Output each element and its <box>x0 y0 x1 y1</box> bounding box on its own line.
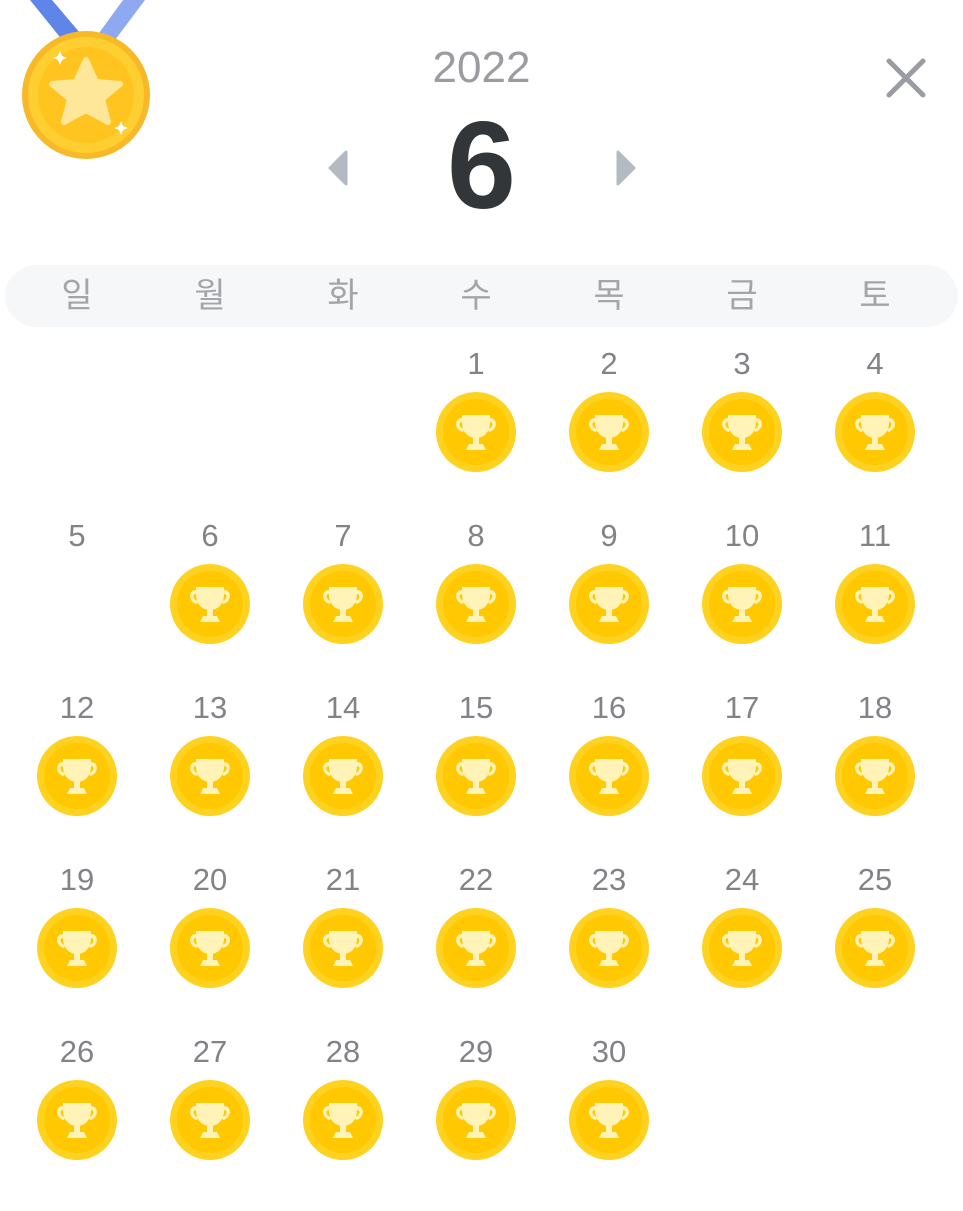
trophy-coin[interactable] <box>569 392 649 472</box>
trophy-coin[interactable] <box>702 564 782 644</box>
trophy-coin[interactable] <box>702 392 782 472</box>
day-number: 21 <box>325 862 361 897</box>
trophy-coin[interactable] <box>569 908 649 988</box>
trophy-coin[interactable] <box>37 736 117 816</box>
day-number: 6 <box>201 518 219 553</box>
trophy-coin[interactable] <box>303 736 383 816</box>
day-number: 2 <box>600 346 618 381</box>
trophy-coin[interactable] <box>436 908 516 988</box>
trophy-coin[interactable] <box>569 564 649 644</box>
weekday-label: 목 <box>593 276 625 316</box>
trophy-coin[interactable] <box>303 908 383 988</box>
weekday-label: 금 <box>726 276 758 316</box>
trophy-coin[interactable] <box>436 1080 516 1160</box>
trophy-coin[interactable] <box>170 564 250 644</box>
day-number: 15 <box>458 690 494 725</box>
day-number: 18 <box>857 690 893 725</box>
trophy-coin[interactable] <box>702 736 782 816</box>
trophy-coin[interactable] <box>436 564 516 644</box>
weekday-header: 일월화수목금토 <box>5 265 958 327</box>
weekday-label: 토 <box>859 276 891 316</box>
close-icon <box>886 58 926 98</box>
day-number: 30 <box>591 1034 627 1069</box>
trophy-coin[interactable] <box>303 564 383 644</box>
day-number: 8 <box>467 518 485 553</box>
caret-left-icon <box>328 150 348 186</box>
weekday-label: 월 <box>194 276 226 316</box>
trophy-coin[interactable] <box>436 392 516 472</box>
year-label: 2022 <box>432 43 531 92</box>
day-number: 5 <box>68 518 86 553</box>
day-number: 7 <box>334 518 352 553</box>
trophy-coin[interactable] <box>569 1080 649 1160</box>
day-number: 19 <box>59 862 95 897</box>
day-number: 29 <box>458 1034 494 1069</box>
day-number: 22 <box>458 862 494 897</box>
weekday-label: 수 <box>460 276 492 316</box>
day-number: 9 <box>600 518 618 553</box>
trophy-coin[interactable] <box>835 392 915 472</box>
close-button[interactable] <box>882 54 930 102</box>
prev-month-button[interactable] <box>318 148 358 188</box>
day-number: 26 <box>59 1034 95 1069</box>
day-number: 10 <box>724 518 760 553</box>
day-number: 23 <box>591 862 627 897</box>
trophy-coin[interactable] <box>37 1080 117 1160</box>
day-number: 20 <box>192 862 228 897</box>
day-number: 27 <box>192 1034 228 1069</box>
weekday-label: 일 <box>61 276 93 316</box>
trophy-coin[interactable] <box>170 1080 250 1160</box>
day-number: 24 <box>724 862 760 897</box>
trophy-coin[interactable] <box>37 908 117 988</box>
day-number: 11 <box>858 518 892 553</box>
next-month-button[interactable] <box>606 148 646 188</box>
trophy-coin[interactable] <box>835 736 915 816</box>
day-number: 14 <box>325 690 361 725</box>
day-number: 3 <box>733 346 751 381</box>
caret-right-icon <box>616 150 636 186</box>
day-number: 16 <box>591 690 627 725</box>
trophy-coin[interactable] <box>835 564 915 644</box>
trophy-coin[interactable] <box>436 736 516 816</box>
day-number: 4 <box>866 346 884 381</box>
day-number: 13 <box>192 690 228 725</box>
trophy-coin[interactable] <box>303 1080 383 1160</box>
trophy-coin[interactable] <box>569 736 649 816</box>
day-number: 1 <box>467 346 485 381</box>
day-number: 28 <box>325 1034 361 1069</box>
day-number: 25 <box>857 862 893 897</box>
month-label: 6 <box>447 97 516 235</box>
trophy-coin[interactable] <box>835 908 915 988</box>
trophy-coin[interactable] <box>170 908 250 988</box>
day-number: 12 <box>59 690 95 725</box>
day-number: 17 <box>724 690 760 725</box>
weekday-label: 화 <box>327 276 359 316</box>
trophy-coin[interactable] <box>170 736 250 816</box>
trophy-coin[interactable] <box>702 908 782 988</box>
